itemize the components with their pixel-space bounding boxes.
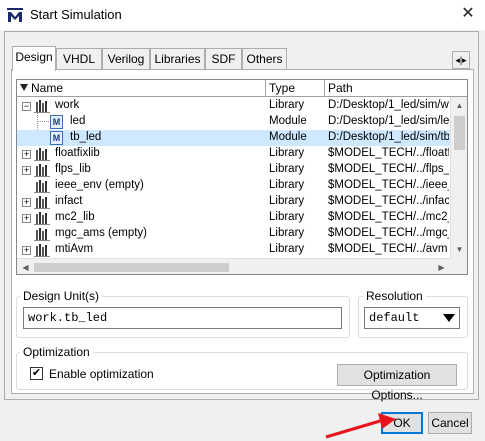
row-path: $MODEL_TECH/../flps_lib <box>328 163 449 175</box>
library-icon <box>34 228 50 241</box>
tab-vhdl[interactable]: VHDL <box>56 48 102 70</box>
column-header-name[interactable]: Name <box>17 80 266 97</box>
row-type: Module <box>269 131 307 143</box>
module-icon: M <box>50 115 63 129</box>
tab-design[interactable]: Design <box>12 46 56 71</box>
row-path: $MODEL_TECH/../mgc_a <box>328 227 449 239</box>
expand-icon[interactable]: + <box>22 166 31 175</box>
resolution-select[interactable]: default <box>364 307 460 329</box>
row-type: Module <box>269 115 307 127</box>
row-path: $MODEL_TECH/../mc2_lib <box>328 211 449 223</box>
library-icon <box>34 180 50 193</box>
list-row-floatfixlib[interactable]: + floatfixlib Library $MODEL_TECH/../flo… <box>17 146 450 162</box>
enable-optimization-label: Enable optimization <box>49 367 154 381</box>
column-header-path[interactable]: Path <box>325 80 451 97</box>
list-row-mgc-ams[interactable]: mgc_ams (empty) Library $MODEL_TECH/../m… <box>17 226 450 242</box>
expand-icon[interactable]: + <box>22 150 31 159</box>
row-type: Library <box>269 147 305 159</box>
column-header-type[interactable]: Type <box>266 80 325 97</box>
row-type: Library <box>269 195 305 207</box>
row-name: work <box>55 99 80 111</box>
expand-icon[interactable]: + <box>22 214 31 223</box>
scroll-thumb[interactable] <box>454 116 465 150</box>
tab-others[interactable]: Others <box>242 48 287 70</box>
row-name: mtiAvm <box>55 243 94 255</box>
row-path: $MODEL_TECH/../ieee_e <box>328 179 449 191</box>
scroll-right-icon[interactable]: ▶ <box>433 259 450 274</box>
tab-scroll-buttons[interactable]: ◂|▸ <box>452 51 470 69</box>
row-name: tb_led <box>70 131 102 143</box>
scroll-left-icon[interactable]: ◀ <box>17 259 34 274</box>
list-row-ieee-env[interactable]: ieee_env (empty) Library $MODEL_TECH/../… <box>17 178 450 194</box>
list-row-flps-lib[interactable]: + flps_lib Library $MODEL_TECH/../flps_l… <box>17 162 450 178</box>
row-type: Library <box>269 179 305 191</box>
row-type: Library <box>269 227 305 239</box>
design-unit-input[interactable]: work.tb_led <box>23 307 342 329</box>
row-path: $MODEL_TECH/../floatfix <box>328 147 449 159</box>
title-bar: Start Simulation ✕ <box>0 0 485 30</box>
list-header: Name Type Path <box>17 80 467 97</box>
row-path: D:/Desktop/1_led/sim/tb_ <box>328 131 449 143</box>
design-unit-label: Design Unit(s) <box>20 289 103 303</box>
row-path: $MODEL_TECH/../infact <box>328 195 449 207</box>
tab-sdf[interactable]: SDF <box>205 48 242 70</box>
row-name: mgc_ams (empty) <box>55 227 148 239</box>
list-row-infact[interactable]: + infact Library $MODEL_TECH/../infact <box>17 194 450 210</box>
row-name: ieee_env (empty) <box>55 179 144 191</box>
enable-optimization-checkbox[interactable]: ✔ <box>30 367 43 380</box>
expand-icon[interactable]: + <box>22 246 31 255</box>
tab-libraries[interactable]: Libraries <box>150 48 205 70</box>
library-icon <box>34 196 50 209</box>
library-list[interactable]: Name Type Path − work Library D:/Desktop… <box>16 79 468 275</box>
row-name: led <box>70 115 86 127</box>
scroll-corner <box>450 258 467 274</box>
modelsim-logo-icon <box>7 8 23 22</box>
vertical-scrollbar[interactable]: ▲ ▼ <box>450 97 467 258</box>
cancel-button[interactable]: Cancel <box>428 412 472 434</box>
row-type: Library <box>269 163 305 175</box>
row-path: $MODEL_TECH/../avm <box>328 243 448 255</box>
module-icon: M <box>50 131 63 145</box>
library-icon <box>34 148 50 161</box>
resolution-value: default <box>369 311 420 325</box>
row-name: mc2_lib <box>55 211 95 223</box>
library-icon <box>34 244 50 257</box>
row-name: infact <box>55 195 83 207</box>
resolution-label: Resolution <box>363 289 426 303</box>
row-type: Library <box>269 243 305 255</box>
row-type: Library <box>269 211 305 223</box>
tab-verilog[interactable]: Verilog <box>102 48 150 70</box>
library-icon <box>34 212 50 225</box>
optimization-options-button[interactable]: Optimization Options... <box>337 364 457 402</box>
annotation-arrow-icon <box>325 413 396 439</box>
library-icon <box>34 100 50 113</box>
list-row-led[interactable]: M led Module D:/Desktop/1_led/sim/led <box>17 114 450 130</box>
chevron-down-icon <box>440 309 458 327</box>
close-button[interactable]: ✕ <box>455 2 481 28</box>
scroll-thumb[interactable] <box>34 263 229 272</box>
row-name: flps_lib <box>55 163 91 175</box>
optimization-label: Optimization <box>20 345 93 359</box>
row-type: Library <box>269 99 305 111</box>
horizontal-scrollbar[interactable]: ◀ ▶ <box>17 258 450 274</box>
library-icon <box>34 164 50 177</box>
list-row-mc2-lib[interactable]: + mc2_lib Library $MODEL_TECH/../mc2_lib <box>17 210 450 226</box>
scroll-down-icon[interactable]: ▼ <box>451 241 467 258</box>
scroll-up-icon[interactable]: ▲ <box>451 97 467 114</box>
list-row-tb-led[interactable]: M tb_led Module D:/Desktop/1_led/sim/tb_ <box>17 130 450 146</box>
window-title: Start Simulation <box>30 7 122 22</box>
row-path: D:/Desktop/1_led/sim/wo <box>328 99 449 111</box>
collapse-icon[interactable]: − <box>22 102 31 111</box>
list-row-mtiavm[interactable]: + mtiAvm Library $MODEL_TECH/../avm <box>17 242 450 258</box>
expand-icon[interactable]: + <box>22 198 31 207</box>
list-row-work[interactable]: − work Library D:/Desktop/1_led/sim/wo <box>17 98 450 114</box>
row-path: D:/Desktop/1_led/sim/led <box>328 115 449 127</box>
sort-arrow-icon <box>20 84 28 91</box>
row-name: floatfixlib <box>55 147 100 159</box>
